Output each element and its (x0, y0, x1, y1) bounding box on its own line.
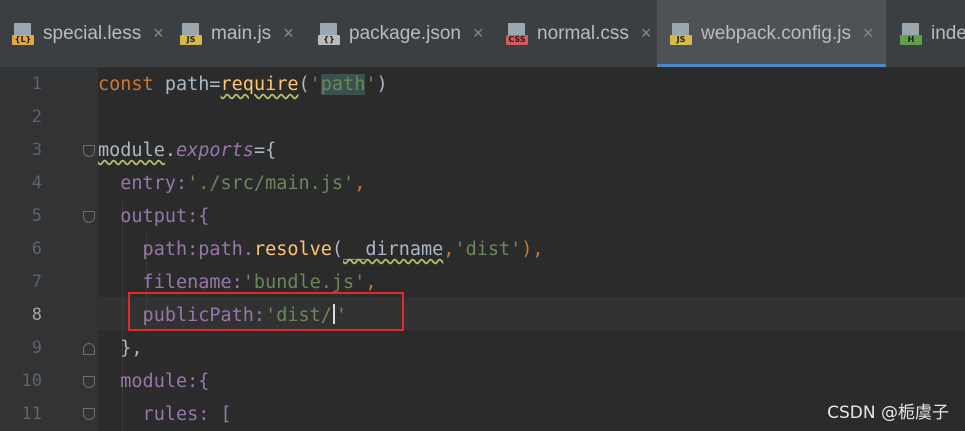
line-number-current: 8 (31, 305, 42, 325)
line-number: 11 (21, 404, 42, 424)
code-line-6: path:path.resolve(__dirname,'dist'), (98, 239, 544, 260)
line-number: 7 (31, 272, 42, 292)
close-tab-icon[interactable]: × (153, 23, 164, 44)
code-line-1: const path=require('path') (98, 74, 388, 95)
tab-label: inde (931, 22, 965, 44)
line-number: 10 (21, 371, 42, 391)
tab-label: package.json (349, 22, 461, 44)
line-number: 5 (31, 206, 42, 226)
close-tab-icon[interactable]: × (283, 23, 294, 44)
close-tab-icon[interactable]: × (473, 23, 484, 44)
code-line-11: rules: [ (98, 404, 232, 425)
code-editor[interactable]: 1 2 3 4 5 6 7 8 9 10 11 const path=requi… (0, 68, 965, 431)
line-number-gutter: 1 2 3 4 5 6 7 8 9 10 11 (0, 68, 98, 431)
tab-package-json[interactable]: {} package.json × (318, 0, 483, 67)
tab-main-js[interactable]: JS main.js × (180, 0, 294, 67)
line-number: 9 (31, 338, 42, 358)
line-number: 3 (31, 140, 42, 160)
tab-label: main.js (211, 22, 272, 44)
fold-toggle-icon[interactable] (83, 376, 95, 388)
fold-end-icon[interactable] (83, 343, 95, 355)
highlight-annotation-box (128, 292, 404, 331)
tab-index-html[interactable]: H inde (900, 0, 965, 67)
fold-toggle-icon[interactable] (83, 211, 95, 223)
editor-tab-bar: {L} special.less × JS main.js × {} packa… (0, 0, 965, 68)
watermark: CSDN @栀虞子 (827, 403, 949, 423)
fold-toggle-icon[interactable] (83, 408, 95, 420)
fold-toggle-icon[interactable] (83, 145, 95, 157)
close-tab-icon[interactable]: × (641, 23, 652, 44)
tab-label: webpack.config.js (701, 22, 851, 44)
tab-webpack-config-js[interactable]: JS webpack.config.js × (657, 0, 886, 67)
close-tab-icon[interactable]: × (863, 23, 874, 44)
line-number: 4 (31, 173, 42, 193)
code-line-5: output:{ (98, 206, 210, 227)
code-line-9: }, (98, 338, 143, 359)
line-number: 2 (31, 107, 42, 127)
code-line-3: module.exports={ (98, 140, 277, 161)
js-file-icon: JS (670, 22, 692, 45)
tab-label: normal.css (537, 22, 629, 44)
tab-label: special.less (43, 22, 142, 44)
tab-special-less[interactable]: {L} special.less × (12, 0, 164, 67)
css-file-icon: CSS (506, 22, 528, 45)
js-file-icon: JS (180, 22, 202, 45)
code-line-10: module:{ (98, 371, 210, 392)
json-file-icon: {} (318, 22, 340, 45)
code-line-4: entry:'./src/main.js', (98, 173, 366, 194)
less-file-icon: {L} (12, 22, 34, 45)
tab-normal-css[interactable]: CSS normal.css × (506, 0, 651, 67)
line-number: 1 (31, 74, 42, 94)
html-file-icon: H (900, 22, 922, 45)
line-number: 6 (31, 239, 42, 259)
